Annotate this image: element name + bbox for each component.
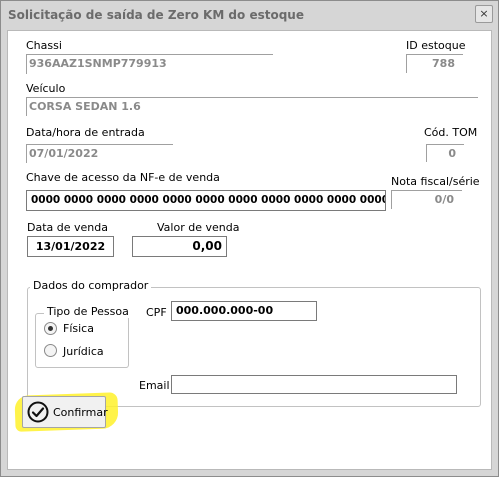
close-icon: ×: [479, 7, 489, 20]
radio-fisica[interactable]: [44, 322, 57, 335]
valor-venda-label: Valor de venda: [157, 221, 240, 234]
radio-juridica[interactable]: [44, 344, 57, 357]
radio-selected-dot: [48, 326, 53, 331]
data-entrada-label: Data/hora de entrada: [26, 126, 145, 139]
nota-fiscal-label: Nota fiscal/série: [391, 175, 480, 188]
confirm-button[interactable]: Confirmar: [22, 396, 108, 428]
dialog-window: Solicitação de saída de Zero KM do estoq…: [0, 0, 499, 477]
veiculo-label: Veículo: [26, 82, 66, 95]
tipo-pessoa-legend: Tipo de Pessoa: [44, 305, 132, 318]
cod-tom-label: Cód. TOM: [424, 126, 478, 139]
veiculo-field[interactable]: CORSA SEDAN 1.6: [26, 97, 478, 116]
chave-nfe-field[interactable]: 0000 0000 0000 0000 0000 0000 0000 0000 …: [26, 190, 386, 211]
data-entrada-field[interactable]: 07/01/2022: [26, 144, 173, 163]
close-button[interactable]: ×: [475, 5, 493, 23]
comprador-legend: Dados do comprador: [30, 279, 152, 292]
chassi-label: Chassi: [26, 39, 62, 52]
window-title: Solicitação de saída de Zero KM do estoq…: [8, 8, 304, 22]
valor-venda-field[interactable]: 0,00: [132, 236, 227, 257]
chave-nfe-label: Chave de acesso da NF-e de venda: [26, 171, 220, 184]
radio-fisica-label[interactable]: Física: [63, 322, 94, 335]
check-circle-icon: [27, 401, 49, 423]
data-venda-label: Data de venda: [27, 221, 108, 234]
data-venda-field[interactable]: 13/01/2022: [27, 236, 114, 257]
chassi-field[interactable]: 936AAZ1SNMP779913: [26, 54, 273, 74]
nota-fiscal-field[interactable]: 0/0: [391, 190, 462, 209]
cpf-field[interactable]: 000.000.000-00: [171, 301, 317, 321]
cod-tom-field[interactable]: 0: [426, 144, 464, 162]
id-estoque-field[interactable]: 788: [406, 54, 463, 73]
confirm-label: Confirmar: [53, 406, 108, 419]
radio-juridica-label[interactable]: Jurídica: [63, 345, 104, 358]
title-bar[interactable]: Solicitação de saída de Zero KM do estoq…: [1, 1, 498, 29]
cpf-label: CPF: [146, 306, 167, 319]
email-field[interactable]: [171, 375, 457, 394]
email-label: Email: [139, 379, 170, 392]
id-estoque-label: ID estoque: [406, 39, 466, 52]
